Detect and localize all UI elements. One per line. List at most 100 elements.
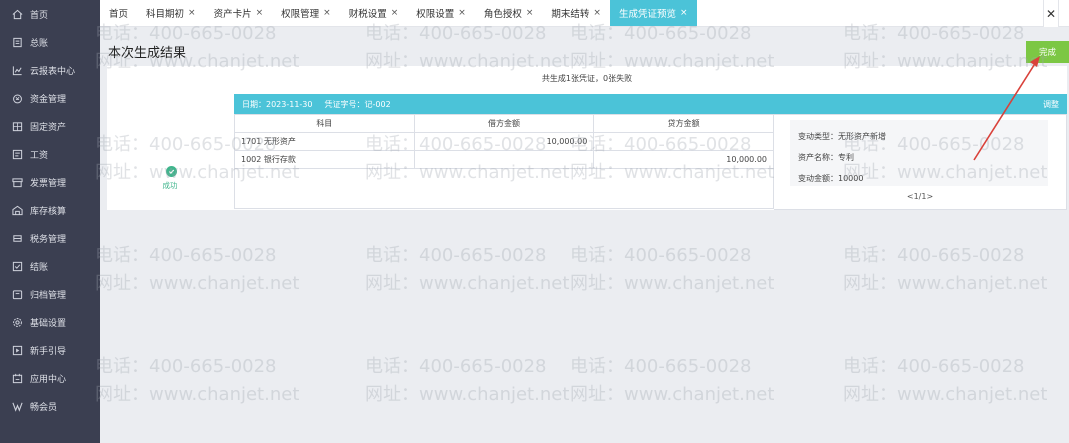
success-check-icon (165, 166, 177, 177)
close-all-tabs-button[interactable]: ✕ (1043, 0, 1059, 27)
warehouse-icon (11, 204, 23, 216)
column-header-credit: 贷方金额 (593, 114, 774, 133)
pagination[interactable]: <1/1> (774, 192, 1066, 201)
tab-label: 科目期初 (146, 9, 185, 20)
sidebar-item-label: 总账 (30, 38, 49, 49)
main-content: 本次生成结果 完成 共生成1张凭证，0张失败 成功 日期：2023-11-30 … (100, 28, 1069, 443)
tab-label: 首页 (109, 9, 129, 20)
tab-label: 生成凭证预览 (618, 9, 676, 20)
sidebar-item-label: 畅会员 (30, 402, 58, 413)
sidebar-item-home[interactable]: 首页 (0, 0, 100, 28)
adjust-link[interactable]: 调整 (1043, 99, 1059, 110)
voucher-date: 日期：2023-11-30 (242, 99, 313, 109)
table-row: 1002 银行存款 10,000.00 (234, 150, 774, 169)
tab-permission-management[interactable]: 权限管理 × (272, 0, 340, 26)
change-type: 变动类型：无形资产新增 (798, 132, 886, 141)
tab-role-authorization[interactable]: 角色授权 × (475, 0, 543, 26)
tab-label: 角色授权 (483, 9, 522, 20)
sidebar-item-label: 结账 (30, 262, 49, 273)
close-icon[interactable]: × (593, 8, 601, 18)
sidebar-item-label: 资金管理 (30, 94, 67, 105)
tab-bar: 首页 科目期初 × 资产卡片 × 权限管理 × 财税设置 × 权限设置 × 角色… (100, 0, 1069, 27)
tab-account-opening[interactable]: 科目期初 × (137, 0, 205, 26)
voucher-table: 科目 借方金额 贷方金额 1701 无形资产 10,000.00 1002 银行… (234, 114, 774, 209)
column-header-account: 科目 (234, 114, 415, 133)
tab-label: 财税设置 (348, 9, 387, 20)
salary-icon (11, 148, 23, 160)
credit-cell (593, 132, 774, 151)
sidebar-item-app-center[interactable]: 应用中心 (0, 364, 100, 392)
close-icon[interactable]: × (323, 8, 331, 18)
asset-name: 资产名称：专利 (798, 153, 854, 162)
money-icon (11, 92, 23, 104)
table-row-empty (234, 168, 774, 209)
close-icon[interactable]: × (526, 8, 534, 18)
tab-home[interactable]: 首页 (100, 0, 137, 26)
sidebar-item-label: 归档管理 (30, 290, 67, 301)
tab-label: 权限管理 (281, 9, 320, 20)
chart-icon (11, 64, 23, 76)
close-icon[interactable]: × (391, 8, 399, 18)
detail-box: 变动类型：无形资产新增 资产名称：专利 变动金额：10000 (790, 120, 1048, 186)
generation-summary: 共生成1张凭证，0张失败 (541, 74, 633, 83)
home-icon (11, 8, 23, 20)
tab-label: 权限设置 (416, 9, 455, 20)
sidebar-item-report-center[interactable]: 云报表中心 (0, 56, 100, 84)
tab-label: 期末结转 (551, 9, 590, 20)
column-header-debit: 借方金额 (413, 114, 595, 133)
page-title: 本次生成结果 (108, 46, 187, 61)
sidebar-item-label: 云报表中心 (30, 66, 76, 77)
sidebar-item-label: 税务管理 (30, 234, 67, 245)
credit-cell: 10,000.00 (593, 150, 774, 169)
done-button[interactable]: 完成 (1026, 41, 1069, 63)
close-icon[interactable]: × (680, 8, 688, 18)
voucher-header: 日期：2023-11-30 凭证字号：记-002 调整 (234, 94, 1067, 114)
result-card: 共生成1张凭证，0张失败 成功 日期：2023-11-30 凭证字号：记-002… (107, 66, 1067, 210)
sidebar-item-label: 固定资产 (30, 122, 67, 133)
debit-cell (413, 150, 595, 169)
close-icon[interactable]: × (458, 8, 466, 18)
vip-icon (11, 400, 23, 412)
sidebar-item-checkout[interactable]: 结账 (0, 252, 100, 280)
checkout-icon (11, 260, 23, 272)
sidebar-item-invoice[interactable]: 发票管理 (0, 168, 100, 196)
close-icon[interactable]: × (188, 8, 196, 18)
tab-label: 资产卡片 (213, 9, 252, 20)
apps-icon (11, 372, 23, 384)
tab-voucher-preview[interactable]: 生成凭证预览 × (609, 0, 697, 26)
sidebar-item-label: 工资 (30, 150, 49, 161)
tab-period-end-transfer[interactable]: 期末结转 × (542, 0, 610, 26)
sidebar-item-label: 首页 (30, 10, 49, 21)
tab-permission-settings[interactable]: 权限设置 × (407, 0, 475, 26)
sidebar-item-ledger[interactable]: 总账 (0, 28, 100, 56)
sidebar-item-funds[interactable]: 资金管理 (0, 84, 100, 112)
tab-asset-card[interactable]: 资产卡片 × (205, 0, 273, 26)
sidebar-item-basic-settings[interactable]: 基础设置 (0, 308, 100, 336)
asset-icon (11, 120, 23, 132)
table-row: 1701 无形资产 10,000.00 (234, 132, 774, 151)
sidebar-item-archive[interactable]: 归档管理 (0, 280, 100, 308)
sidebar-item-label: 库存核算 (30, 206, 67, 217)
sidebar-item-guide[interactable]: 新手引导 (0, 336, 100, 364)
ledger-icon (11, 36, 23, 48)
sidebar-item-fixed-assets[interactable]: 固定资产 (0, 112, 100, 140)
settings-icon (11, 316, 23, 328)
tab-finance-tax-settings[interactable]: 财税设置 × (340, 0, 408, 26)
change-amount: 变动金额：10000 (798, 174, 864, 183)
close-icon[interactable]: × (256, 8, 264, 18)
sidebar-item-tax[interactable]: 税务管理 (0, 224, 100, 252)
account-cell: 1701 无形资产 (234, 132, 415, 151)
guide-icon (11, 344, 23, 356)
sidebar-item-label: 应用中心 (30, 374, 67, 385)
sidebar-item-salary[interactable]: 工资 (0, 140, 100, 168)
asset-change-detail: 变动类型：无形资产新增 资产名称：专利 变动金额：10000 <1/1> (774, 114, 1067, 210)
invoice-icon (11, 176, 23, 188)
table-header-row: 科目 借方金额 贷方金额 (234, 114, 774, 133)
account-cell: 1002 银行存款 (234, 150, 415, 169)
sidebar-item-vip[interactable]: 畅会员 (0, 392, 100, 420)
sidebar-item-label: 新手引导 (30, 346, 67, 357)
sidebar-item-inventory[interactable]: 库存核算 (0, 196, 100, 224)
tax-icon (11, 232, 23, 244)
debit-cell: 10,000.00 (413, 132, 595, 151)
sidebar: 首页 总账 云报表中心 资金管理 固定资产 工资 发票管理 库存核算 税务管理 … (0, 0, 100, 443)
